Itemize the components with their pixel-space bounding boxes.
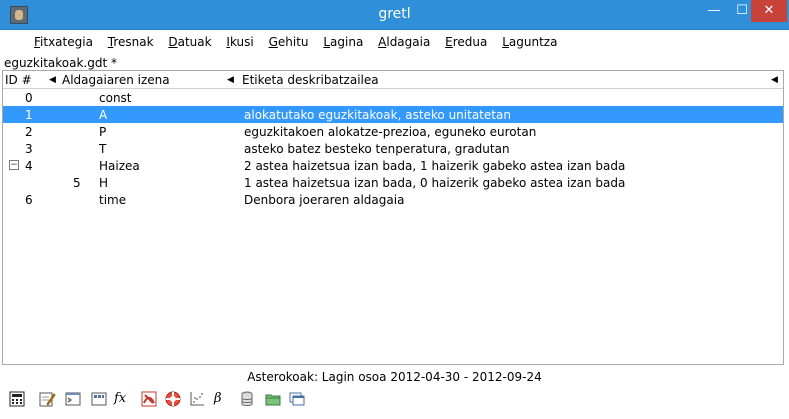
collapse-toggle[interactable]: −	[9, 160, 19, 170]
var-id: 0	[25, 91, 33, 105]
header-name[interactable]: Aldagaiaren izena	[62, 73, 170, 87]
var-label: 2 astea haizetsua izan bada, 1 haizerik …	[244, 159, 626, 173]
var-id: 6	[25, 193, 33, 207]
windows-icon[interactable]	[288, 390, 306, 408]
var-id: 4	[25, 159, 33, 173]
var-name: A	[99, 108, 108, 122]
var-id: 1	[25, 108, 33, 122]
terminal-icon[interactable]	[64, 390, 82, 408]
script-edit-icon[interactable]	[38, 390, 56, 408]
list-header: ID # ◀ Aldagaiaren izena ◀ Etiketa deskr…	[3, 71, 783, 89]
menu-bar: Fitxategia Tresnak Datuak Ikusi Gehitu L…	[0, 30, 789, 54]
menu-datuak[interactable]: Datuak	[168, 30, 211, 54]
var-name: P	[99, 125, 107, 139]
scatter-plot-icon[interactable]	[188, 390, 206, 408]
menu-fitxategia[interactable]: Fitxategia	[34, 30, 93, 54]
var-label: 1 astea haizetsua izan bada, 0 haizerik …	[244, 176, 626, 190]
pdf-icon[interactable]	[140, 390, 158, 408]
dataset-filename: eguzkitakoak.gdt *	[4, 56, 117, 70]
calculator-icon[interactable]	[8, 390, 26, 408]
menu-laguntza[interactable]: Laguntza	[502, 30, 557, 54]
header-label[interactable]: Etiketa deskribatzailea	[242, 73, 379, 87]
var-name: T	[99, 142, 107, 156]
var-id: 2	[25, 125, 33, 139]
list-row[interactable]: 2 P eguzkitakoen alokatze-prezioa, egune…	[3, 123, 783, 140]
gretl-window: gretl — ☐ ✕ Fitxategia Tresnak Datuak Ik…	[0, 0, 789, 419]
variable-list[interactable]: ID # ◀ Aldagaiaren izena ◀ Etiketa deskr…	[2, 70, 784, 365]
database-icon[interactable]	[238, 390, 256, 408]
window-title: gretl	[378, 6, 411, 22]
list-row-selected[interactable]: 1 A alokatutako eguzkitakoak, asteko uni…	[3, 106, 783, 123]
status-bar: Asterokoak: Lagin osoa 2012-04-30 - 2012…	[247, 370, 542, 384]
var-name: Haizea	[99, 159, 140, 173]
var-label: alokatutako eguzkitakoak, asteko unitate…	[244, 108, 511, 122]
scroll-left-icon[interactable]: ◀	[771, 75, 778, 85]
var-label: asteko batez besteko tenperatura, gradut…	[244, 142, 510, 156]
beta-icon[interactable]: β	[214, 390, 232, 408]
sort-arrow-icon[interactable]: ◀	[49, 75, 56, 85]
folder-icon[interactable]	[264, 390, 282, 408]
minimize-button[interactable]: —	[700, 0, 728, 22]
var-label: Denbora joeraren aldagaia	[244, 193, 405, 207]
sort-arrow-icon[interactable]: ◀	[227, 75, 234, 85]
var-id: 3	[25, 142, 33, 156]
menu-eredua[interactable]: Eredua	[445, 30, 487, 54]
var-id: 5	[73, 176, 81, 190]
menu-ikusi[interactable]: Ikusi	[226, 30, 253, 54]
var-name: H	[99, 176, 109, 190]
var-name: const	[99, 91, 132, 105]
list-row[interactable]: − 4 Haizea 2 astea haizetsua izan bada, …	[3, 157, 783, 174]
menu-lagina[interactable]: Lagina	[323, 30, 363, 54]
menu-gehitu[interactable]: Gehitu	[269, 30, 309, 54]
close-button[interactable]: ✕	[751, 0, 787, 22]
var-name: time	[99, 193, 127, 207]
header-id[interactable]: ID #	[5, 73, 32, 87]
menu-tresnak[interactable]: Tresnak	[108, 30, 154, 54]
menu-aldagaia[interactable]: Aldagaia	[378, 30, 430, 54]
session-icon[interactable]	[90, 390, 108, 408]
function-icon[interactable]: fx	[114, 390, 132, 408]
var-label: eguzkitakoen alokatze-prezioa, eguneko e…	[244, 125, 537, 139]
list-row[interactable]: 5 H 1 astea haizetsua izan bada, 0 haize…	[3, 174, 783, 191]
title-bar: gretl — ☐ ✕	[0, 0, 789, 30]
list-row[interactable]: 0 const	[3, 89, 783, 106]
list-row[interactable]: 3 T asteko batez besteko tenperatura, gr…	[3, 140, 783, 157]
help-icon[interactable]	[164, 390, 182, 408]
list-row[interactable]: 6 time Denbora joeraren aldagaia	[3, 191, 783, 208]
